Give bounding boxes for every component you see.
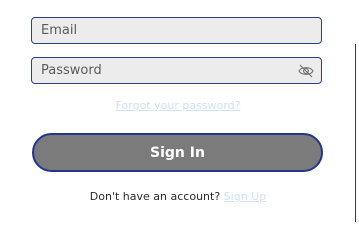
password-input[interactable]	[32, 58, 321, 83]
eye-slash-icon[interactable]	[297, 62, 315, 80]
no-account-text: Don't have an account?	[89, 190, 221, 203]
password-field[interactable]	[31, 57, 322, 84]
email-field[interactable]	[31, 17, 322, 44]
panel-edge-divider	[355, 44, 356, 222]
forgot-password-link[interactable]: Forgot your password?	[0, 99, 356, 112]
sign-up-link[interactable]: Sign Up	[224, 190, 267, 203]
signup-prompt: Don't have an account? Sign Up	[0, 190, 356, 203]
sign-in-button[interactable]: Sign In	[32, 133, 323, 172]
email-input[interactable]	[32, 18, 321, 43]
